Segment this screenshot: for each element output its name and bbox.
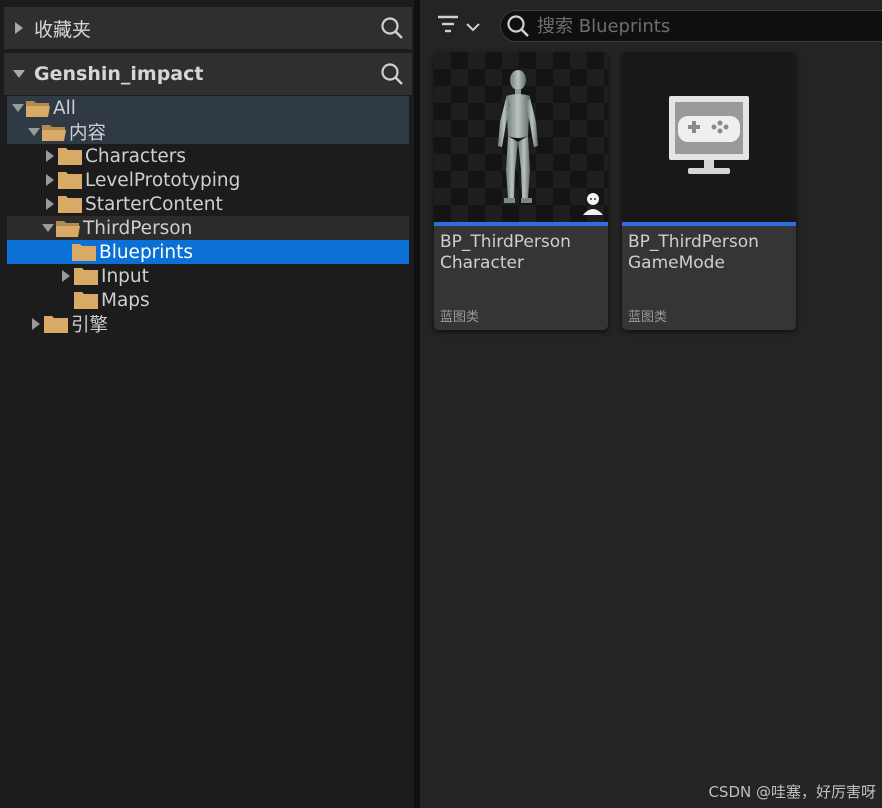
tree-item-blueprints[interactable]: Blueprints	[7, 240, 409, 264]
filter-icon	[436, 14, 460, 38]
asset-name: BP_ThirdPerson GameMode	[628, 232, 792, 274]
favorites-title: 收藏夹	[34, 18, 92, 41]
asset-tile-bp-thirdperson-gamemode[interactable]: BP_ThirdPerson GameMode 蓝图类	[622, 52, 796, 330]
tree-item-label: Blueprints	[99, 241, 194, 263]
tree-item-label: LevelPrototyping	[85, 169, 241, 191]
project-header[interactable]: Genshin_impact	[4, 53, 412, 95]
expanded-arrow-icon[interactable]	[4, 69, 34, 79]
open-folder-icon	[41, 122, 68, 142]
tree-item-input[interactable]: Input	[7, 264, 409, 288]
folder-icon	[73, 266, 100, 286]
expanded-arrow-icon[interactable]	[41, 221, 55, 235]
tree-item-engine[interactable]: 引擎	[7, 312, 409, 336]
collapsed-arrow-icon[interactable]	[59, 269, 73, 283]
asset-type-color-bar	[434, 222, 608, 226]
asset-name-line: Character	[440, 253, 524, 273]
tree-item-label: StarterContent	[85, 193, 223, 215]
mannequin-thumbnail-icon	[434, 52, 608, 222]
content-panel: BP_ThirdPerson Character 蓝图类 BP_Thir	[420, 0, 882, 808]
tree-item-label: ThirdPerson	[83, 217, 193, 239]
folder-icon	[57, 194, 84, 214]
tree-item-label: 内容	[69, 123, 107, 144]
tree-item-label: All	[53, 97, 76, 119]
folder-icon	[71, 242, 98, 262]
tree-item-startercontent[interactable]: StarterContent	[7, 192, 409, 216]
filter-button[interactable]	[436, 12, 486, 40]
asset-name-line: GameMode	[628, 253, 725, 273]
expanded-arrow-icon[interactable]	[11, 101, 25, 115]
tree-item-all[interactable]: All	[7, 96, 409, 120]
collapsed-arrow-icon[interactable]	[29, 317, 43, 331]
collapsed-arrow-icon[interactable]	[43, 173, 57, 187]
tree-item-label: 引擎	[71, 315, 109, 336]
tree-item-label: Input	[101, 265, 149, 287]
folder-icon	[73, 290, 100, 310]
asset-name-line: BP_ThirdPerson	[440, 232, 571, 252]
collapsed-arrow-icon[interactable]	[43, 197, 57, 211]
asset-type-label: 蓝图类	[628, 310, 668, 325]
asset-name-line: BP_ThirdPerson	[628, 232, 759, 252]
search-icon[interactable]	[372, 16, 412, 40]
character-type-icon	[581, 191, 605, 219]
asset-type-color-bar	[622, 222, 796, 226]
asset-tile-bp-thirdperson-character[interactable]: BP_ThirdPerson Character 蓝图类	[434, 52, 608, 330]
collapsed-arrow-icon[interactable]	[43, 149, 57, 163]
tree-item-levelprototyping[interactable]: LevelPrototyping	[7, 168, 409, 192]
search-icon[interactable]	[372, 62, 412, 86]
open-folder-icon	[55, 218, 82, 238]
project-title: Genshin_impact	[34, 63, 204, 85]
search-icon	[501, 14, 535, 38]
search-input[interactable]	[535, 14, 879, 38]
expanded-arrow-icon[interactable]	[27, 125, 41, 139]
tree-item-label: Maps	[101, 289, 150, 311]
folder-icon	[57, 146, 84, 166]
sources-panel: 收藏夹 Genshin_impact All 内容 Characters Lev…	[0, 0, 414, 808]
collapsed-arrow-icon[interactable]	[4, 21, 34, 35]
tree-item-content[interactable]: 内容	[7, 120, 409, 144]
tree-item-thirdperson[interactable]: ThirdPerson	[7, 216, 409, 240]
folder-tree: All 内容 Characters LevelPrototyping Start…	[7, 96, 409, 336]
folder-icon	[43, 314, 70, 334]
tree-item-maps[interactable]: Maps	[7, 288, 409, 312]
asset-name: BP_ThirdPerson Character	[440, 232, 604, 274]
watermark: CSDN @哇塞，好厉害呀	[708, 783, 876, 801]
gamemode-monitor-thumbnail-icon	[622, 52, 796, 222]
asset-type-label: 蓝图类	[440, 310, 480, 325]
open-folder-icon	[25, 98, 52, 118]
chevron-down-icon	[466, 17, 480, 36]
favorites-header[interactable]: 收藏夹	[4, 7, 412, 49]
content-toolbar	[420, 8, 882, 44]
tree-item-characters[interactable]: Characters	[7, 144, 409, 168]
folder-icon	[57, 170, 84, 190]
search-field[interactable]	[500, 10, 882, 42]
tree-item-label: Characters	[85, 145, 186, 167]
